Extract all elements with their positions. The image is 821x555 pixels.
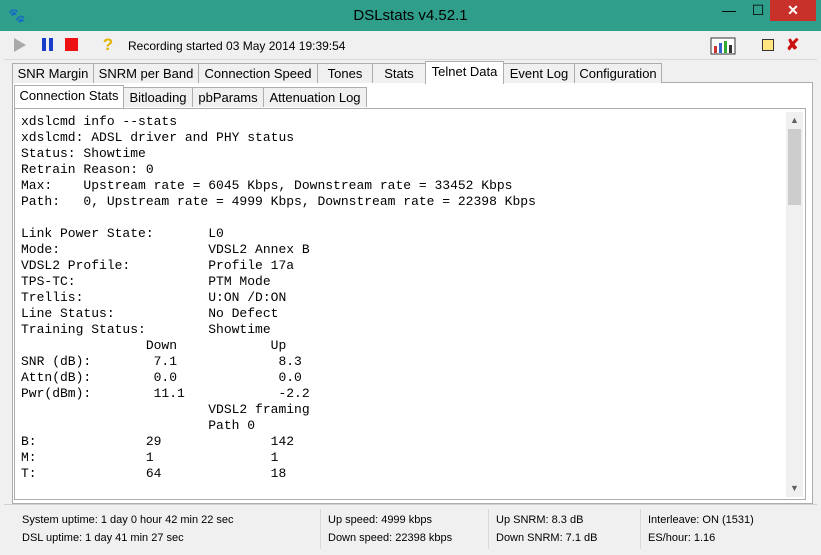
tab-configuration[interactable]: Configuration bbox=[574, 63, 662, 83]
scroll-down-icon[interactable]: ▼ bbox=[786, 480, 803, 497]
telnet-output-text: xdslcmd info --stats xdslcmd: ADSL drive… bbox=[21, 114, 536, 481]
status-divider bbox=[320, 509, 321, 549]
telnet-output-area[interactable]: xdslcmd info --stats xdslcmd: ADSL drive… bbox=[16, 112, 786, 497]
status-bar: System uptime: 1 day 0 hour 42 min 22 se… bbox=[4, 504, 817, 553]
toolbar: ? Recording started 03 May 2014 19:39:54… bbox=[4, 33, 817, 60]
status-divider bbox=[488, 509, 489, 549]
help-icon[interactable]: ? bbox=[100, 36, 116, 53]
tab-telnet-data[interactable]: Telnet Data bbox=[425, 61, 504, 84]
recording-status: Recording started 03 May 2014 19:39:54 bbox=[128, 39, 346, 53]
minimize-button[interactable]: — bbox=[715, 0, 743, 21]
stop-icon[interactable] bbox=[65, 38, 78, 51]
down-speed: Down speed: 22398 kbps bbox=[328, 532, 453, 544]
subtab-pbparams[interactable]: pbParams bbox=[192, 87, 264, 107]
es-per-hour: ES/hour: 1.16 bbox=[648, 532, 716, 544]
interleave-status: Interleave: ON (1531) bbox=[648, 514, 754, 526]
window-title: DSLstats v4.52.1 bbox=[353, 7, 468, 24]
tab-event-log[interactable]: Event Log bbox=[503, 63, 575, 83]
subtab-attenuation-log[interactable]: Attenuation Log bbox=[263, 87, 367, 107]
play-icon[interactable] bbox=[14, 38, 26, 52]
title-bar: 🐾 DSLstats v4.52.1 — ☐ ✕ bbox=[0, 0, 821, 31]
maximize-button[interactable]: ☐ bbox=[744, 0, 772, 21]
vertical-scrollbar[interactable]: ▲ ▼ bbox=[786, 112, 803, 497]
exit-icon[interactable]: ✘ bbox=[786, 35, 799, 55]
tab-snr-margin[interactable]: SNR Margin bbox=[12, 63, 94, 83]
close-button[interactable]: ✕ bbox=[770, 0, 816, 21]
up-snrm: Up SNRM: 8.3 dB bbox=[496, 514, 584, 526]
dsl-uptime: DSL uptime: 1 day 41 min 27 sec bbox=[22, 532, 184, 544]
scroll-up-icon[interactable]: ▲ bbox=[786, 112, 803, 129]
scroll-thumb[interactable] bbox=[788, 129, 801, 205]
restore-icon[interactable] bbox=[762, 39, 774, 51]
tab-snrm-per-band[interactable]: SNRM per Band bbox=[93, 63, 199, 83]
status-divider bbox=[640, 509, 641, 549]
tab-stats[interactable]: Stats bbox=[372, 63, 426, 83]
pause-icon[interactable] bbox=[40, 37, 56, 53]
up-speed: Up speed: 4999 kbps bbox=[328, 514, 432, 526]
system-uptime: System uptime: 1 day 0 hour 42 min 22 se… bbox=[22, 514, 234, 526]
down-snrm: Down SNRM: 7.1 dB bbox=[496, 532, 598, 544]
subtab-connection-stats[interactable]: Connection Stats bbox=[14, 85, 124, 108]
subtab-bitloading[interactable]: Bitloading bbox=[123, 87, 193, 107]
graphs-icon[interactable] bbox=[710, 37, 736, 55]
tab-tones[interactable]: Tones bbox=[317, 63, 373, 83]
tab-connection-speed[interactable]: Connection Speed bbox=[198, 63, 318, 83]
